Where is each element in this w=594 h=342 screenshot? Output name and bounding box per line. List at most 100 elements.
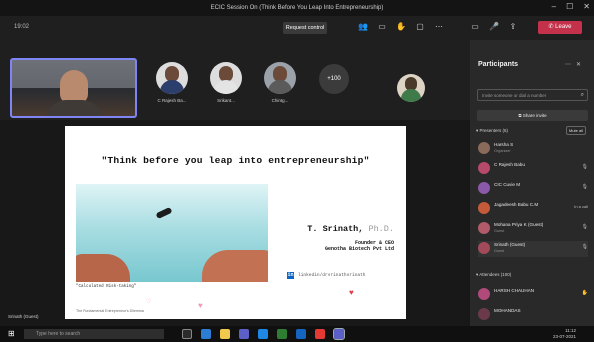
image-source: The Fundamental Entrepreneur's Dilemma <box>76 309 144 313</box>
close-icon[interactable]: ✕ <box>583 2 590 11</box>
cliff-jump-image <box>76 184 268 282</box>
share-screen-icon[interactable]: ⇪ <box>508 22 518 32</box>
video-tile-speaker[interactable] <box>10 58 137 118</box>
list-item[interactable]: Jagadeesh Babu C.M In a call <box>478 201 588 217</box>
avatar-name: Chintg... <box>271 98 289 103</box>
participant-name: C Rajesh Babu <box>494 162 525 167</box>
participant-subtitle: Guest <box>494 229 505 233</box>
participant-subtitle: Guest <box>494 249 505 253</box>
avatar <box>478 202 490 214</box>
avatar <box>156 62 188 94</box>
linkedin-handle: linkedin/drsrinathsrinath <box>298 273 366 278</box>
heart-reaction-icon: ♡ <box>146 299 152 305</box>
clock-date: 23-07-2021 <box>552 334 576 339</box>
list-item[interactable]: CIC Cuvie M 🎙 <box>478 181 588 197</box>
avatar <box>478 182 490 194</box>
video-strip: C Rajesh Ba... Srikant... Chintg... +100 <box>0 40 470 120</box>
avatar-tile[interactable]: Chintg... <box>258 62 302 103</box>
presenter-degree: Ph.D. <box>368 224 394 234</box>
participant-name: Mohana Priya K (Guest) <box>494 222 544 227</box>
participants-panel: Participants ⋯✕ Invite someone or dial a… <box>470 40 594 326</box>
presenter-name-line: T. Srinath, Ph.D. <box>307 224 394 234</box>
maximize-icon[interactable]: ☐ <box>566 2 573 11</box>
taskbar-apps <box>182 328 345 340</box>
attendees-section-text: Attendees (100) <box>479 272 512 277</box>
taskbar-search-placeholder: Type here to search <box>36 331 81 337</box>
jumping-person <box>155 206 173 220</box>
mail-icon[interactable] <box>258 329 268 339</box>
leave-button[interactable]: ✆ Leave <box>538 21 582 34</box>
more-options-icon[interactable]: ⋯ <box>434 22 444 32</box>
participant-name: MOHANDAS <box>494 308 521 313</box>
leave-label: Leave <box>555 24 572 30</box>
microphone-icon[interactable]: 🎤 <box>489 22 499 32</box>
participant-name: Srinath (Guest) <box>494 242 526 247</box>
avatar-tile[interactable]: Srikant... <box>204 62 248 103</box>
presenter-org: Genotha Biotech Pvt Ltd <box>324 246 394 252</box>
window-title: ECIC Session On (Think Before You Leap I… <box>210 5 384 11</box>
file-explorer-icon[interactable] <box>220 329 230 339</box>
list-item[interactable]: MOHANDAS <box>478 307 588 323</box>
speaker-face <box>60 70 88 104</box>
people-icon[interactable]: 👥 <box>358 22 368 32</box>
image-caption: "Calculated Risk-taking" <box>76 285 137 289</box>
avatar <box>478 142 490 154</box>
linkedin-line: in linkedin/drsrinathsrinath <box>287 272 366 279</box>
avatar-name: Srikant... <box>217 98 235 103</box>
invite-search-placeholder: Invite someone or dial a number <box>482 93 547 98</box>
store-icon[interactable] <box>239 329 249 339</box>
camera-icon[interactable]: ▭ <box>470 22 480 32</box>
more-participants-tile[interactable]: +100 <box>312 62 356 103</box>
window-controls: – ☐ ✕ <box>552 2 590 11</box>
toolbar-actions: 👥 ▭ ✋ ▢ ⋯ <box>358 22 444 32</box>
windows-start-icon[interactable]: ⊞ <box>8 330 15 338</box>
participant-status: In a call <box>574 204 588 209</box>
avatar-tile[interactable]: C Rajesh Ba... <box>150 62 194 103</box>
word-icon[interactable] <box>296 329 306 339</box>
left-cliff <box>76 254 130 282</box>
list-item[interactable]: Srinath (Guest) Guest 🎙 <box>478 241 588 257</box>
presenters-section-text: Presenters (6) <box>479 128 509 133</box>
taskbar-search-input[interactable]: Type here to search <box>24 329 164 339</box>
rooms-icon[interactable]: ▢ <box>415 22 425 32</box>
list-item[interactable]: C Rajesh Babu 🎙 <box>478 161 588 177</box>
share-invite-button[interactable]: ⧉ Share invite <box>477 110 588 121</box>
mute-all-button[interactable]: Mute all <box>566 126 586 135</box>
pop-out-icon[interactable]: ⋯ <box>565 62 576 68</box>
avatar[interactable] <box>397 74 425 102</box>
request-control-button[interactable]: Request control <box>283 22 327 34</box>
minimize-icon[interactable]: – <box>552 2 556 11</box>
panel-title: Participants <box>478 61 519 68</box>
participant-name: CIC Cuvie M <box>494 182 521 187</box>
list-item[interactable]: Harsha S Organizer <box>478 141 588 157</box>
presenters-section-label[interactable]: ▾ Presenters (6) <box>476 128 508 134</box>
microphone-icon: 🎙 <box>581 184 588 190</box>
device-controls: ▭ 🎤 ⇪ <box>470 22 518 32</box>
invite-search-input[interactable]: Invite someone or dial a number ⌕ <box>477 89 588 101</box>
edge-icon[interactable] <box>201 329 211 339</box>
chat-icon[interactable]: ▭ <box>377 22 387 32</box>
list-item[interactable]: Mohana Priya K (Guest) Guest 🎙 <box>478 221 588 237</box>
chrome-icon[interactable] <box>315 329 325 339</box>
microphone-icon: 🎙 <box>581 224 588 230</box>
avatar <box>478 222 490 234</box>
system-tray-clock[interactable]: 11:12 23-07-2021 <box>553 328 576 340</box>
participant-subtitle: Organizer <box>494 149 511 153</box>
linkedin-icon: in <box>287 272 294 279</box>
avatar <box>264 62 296 94</box>
shared-content-stage: "Think before you leap into entrepreneur… <box>0 120 470 326</box>
raise-hand-icon[interactable]: ✋ <box>396 22 406 32</box>
close-panel-icon[interactable]: ✕ <box>576 62 586 68</box>
list-item[interactable]: HARSH CHAUHAN ✋ <box>478 287 588 303</box>
avatar <box>478 162 490 174</box>
presenter-block: T. Srinath, Ph.D. Founder & CEO Genotha … <box>307 224 394 252</box>
caller-label: Srinath (Guest) <box>8 314 39 319</box>
search-icon: ⌕ <box>580 92 584 98</box>
meeting-timer: 19:02 <box>14 24 30 30</box>
teams-icon[interactable] <box>333 328 345 340</box>
excel-icon[interactable] <box>277 329 287 339</box>
task-view-icon[interactable] <box>182 329 192 339</box>
microphone-icon: 🎙 <box>581 244 588 250</box>
attendees-section-label[interactable]: ▾ Attendees (100) <box>476 272 511 278</box>
heart-reaction-icon: ♥ <box>198 301 203 310</box>
